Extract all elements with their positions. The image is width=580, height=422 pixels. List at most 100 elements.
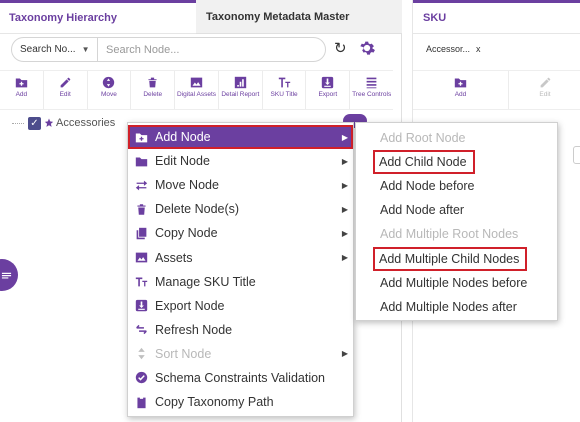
toolbar-edit-label: Edit: [59, 91, 71, 98]
submenu-item-add-multiple-root-nodes[interactable]: Add Multiple Root Nodes: [356, 222, 557, 246]
tab-bar: Taxonomy Hierarchy Taxonomy Metadata Mas…: [0, 0, 402, 34]
submenu-item-add-root-node[interactable]: Add Root Node: [356, 126, 557, 150]
submenu-item-add-node-before[interactable]: Add Node before: [356, 174, 557, 198]
submenu-item-add-multiple-nodes-after[interactable]: Add Multiple Nodes after: [356, 295, 557, 319]
toolbar-tree-controls-button[interactable]: Tree Controls: [350, 71, 393, 109]
menu-item-label: Sort Node: [155, 346, 212, 361]
toolbar-add-label: Add: [15, 91, 28, 98]
menu-item-copy-taxonomy-path[interactable]: Copy Taxonomy Path: [128, 390, 353, 414]
submenu-item-label: Add Node before: [380, 179, 475, 194]
menu-item-delete-nodes[interactable]: Delete Node(s) ▶: [128, 197, 353, 221]
sku-add-button[interactable]: Add: [413, 71, 509, 109]
submenu-item-label: Add Multiple Nodes before: [380, 275, 528, 290]
sku-edit-button[interactable]: Edit: [509, 71, 580, 109]
text-title-icon: [278, 77, 290, 88]
tree-connector: [12, 122, 24, 124]
submenu-item-label: Add Multiple Nodes after: [380, 299, 517, 314]
image-icon: [135, 251, 148, 264]
submenu-arrow-icon: ▶: [341, 253, 348, 263]
pencil-icon: [540, 77, 550, 88]
trash-icon: [148, 77, 157, 88]
menu-item-schema-constraints-validation[interactable]: Schema Constraints Validation: [128, 366, 353, 390]
clipboard-icon: [135, 396, 148, 409]
trash-icon: [135, 203, 148, 216]
toolbar-export-label: Export: [318, 91, 338, 98]
pencil-icon: [60, 77, 70, 88]
menu-item-copy-node[interactable]: Copy Node ▶: [128, 221, 353, 245]
menu-item-label: Delete Node(s): [155, 202, 240, 217]
toolbar-digital-assets-button[interactable]: Digital Assets: [175, 71, 219, 109]
search-scope-select[interactable]: Search No... ▼: [12, 38, 98, 61]
menu-item-add-node[interactable]: Add Node ▶: [128, 125, 353, 150]
caret-down-icon: ▼: [81, 45, 90, 54]
toolbar-tree-controls-label: Tree Controls: [352, 91, 392, 98]
tree-node-accessories[interactable]: ✓ Accessories: [12, 115, 115, 131]
menu-item-sort-node[interactable]: Sort Node ▶: [128, 342, 353, 366]
sku-panel-title: SKU: [413, 0, 580, 34]
add-folder-icon: [15, 78, 28, 88]
toolbar-detail-report-label: Detail Report: [221, 91, 260, 98]
sort-icon: [135, 347, 148, 360]
add-folder-icon: [135, 131, 148, 144]
filter-chip[interactable]: Accessor... x: [426, 41, 481, 57]
menu-item-label: Schema Constraints Validation: [155, 370, 325, 385]
menu-item-label: Add Node: [155, 130, 211, 145]
toolbar-move-button[interactable]: Move: [88, 71, 132, 109]
toolbar-sku-title-label: SKU Title: [270, 91, 298, 98]
submenu-item-add-node-after[interactable]: Add Node after: [356, 198, 557, 222]
list-icon: [366, 77, 377, 89]
partial-control: [573, 146, 580, 164]
toolbar-move-label: Move: [101, 91, 117, 98]
menu-item-manage-sku-title[interactable]: Manage SKU Title: [128, 270, 353, 294]
menu-item-label: Copy Taxonomy Path: [155, 395, 274, 410]
menu-item-move-node[interactable]: Move Node ▶: [128, 173, 353, 197]
search-node-input[interactable]: [98, 38, 325, 61]
submenu-arrow-icon: ▶: [341, 228, 348, 238]
submenu-item-label: Add Multiple Child Nodes: [372, 246, 528, 271]
toolbar-edit-button[interactable]: Edit: [44, 71, 88, 109]
sku-add-label: Add: [454, 91, 467, 98]
submenu-item-label: Add Child Node: [373, 150, 475, 175]
menu-item-label: Refresh Node: [155, 322, 233, 337]
menu-item-label: Edit Node: [155, 154, 210, 169]
submenu-item-add-multiple-child-nodes[interactable]: Add Multiple Child Nodes: [356, 246, 557, 271]
submenu-arrow-icon: ▶: [341, 204, 348, 214]
menu-item-refresh-node[interactable]: Refresh Node: [128, 318, 353, 342]
submenu-item-label: Add Root Node: [380, 131, 466, 146]
tab-taxonomy-hierarchy[interactable]: Taxonomy Hierarchy: [0, 0, 196, 34]
menu-item-label: Assets: [155, 250, 193, 265]
close-icon[interactable]: x: [476, 44, 481, 54]
menu-item-export-node[interactable]: Export Node: [128, 294, 353, 318]
copy-icon: [135, 227, 148, 240]
toolbar-delete-button[interactable]: Delete: [131, 71, 176, 109]
tree-node-label: Accessories: [56, 117, 116, 129]
toolbar-export-button[interactable]: Export: [306, 71, 351, 109]
tab-taxonomy-metadata-master[interactable]: Taxonomy Metadata Master: [196, 0, 402, 34]
folder-icon: [135, 155, 148, 168]
gear-icon[interactable]: [358, 38, 376, 58]
toolbar-sku-title-button[interactable]: SKU Title: [263, 71, 307, 109]
taxonomy-toolbar: Add Edit Move Delete Digital Assets Deta…: [0, 70, 393, 110]
chat-button[interactable]: [0, 259, 18, 291]
menu-item-edit-node[interactable]: Edit Node ▶: [128, 149, 353, 173]
toolbar-add-button[interactable]: Add: [0, 71, 44, 109]
menu-item-assets[interactable]: Assets ▶: [128, 245, 353, 269]
menu-item-label: Export Node: [155, 298, 225, 313]
node-type-icon: [44, 118, 54, 127]
menu-item-label: Copy Node: [155, 226, 218, 241]
sku-edit-label: Edit: [539, 91, 551, 98]
add-folder-icon: [454, 78, 467, 88]
menu-item-label: Manage SKU Title: [155, 274, 256, 289]
toolbar-delete-label: Delete: [143, 91, 163, 98]
submenu-item-add-multiple-nodes-before[interactable]: Add Multiple Nodes before: [356, 271, 557, 295]
search-bar: Search No... ▼: [11, 37, 326, 62]
checkbox-checked-icon[interactable]: ✓: [28, 116, 41, 130]
submenu-item-add-child-node[interactable]: Add Child Node: [356, 150, 557, 175]
report-icon: [234, 76, 246, 89]
export-icon: [322, 76, 334, 89]
text-title-icon: [135, 275, 148, 288]
refresh-icon[interactable]: ↻: [334, 40, 350, 58]
export-icon: [135, 299, 148, 312]
submenu-arrow-icon: ▶: [341, 156, 348, 166]
toolbar-detail-report-button[interactable]: Detail Report: [219, 71, 263, 109]
